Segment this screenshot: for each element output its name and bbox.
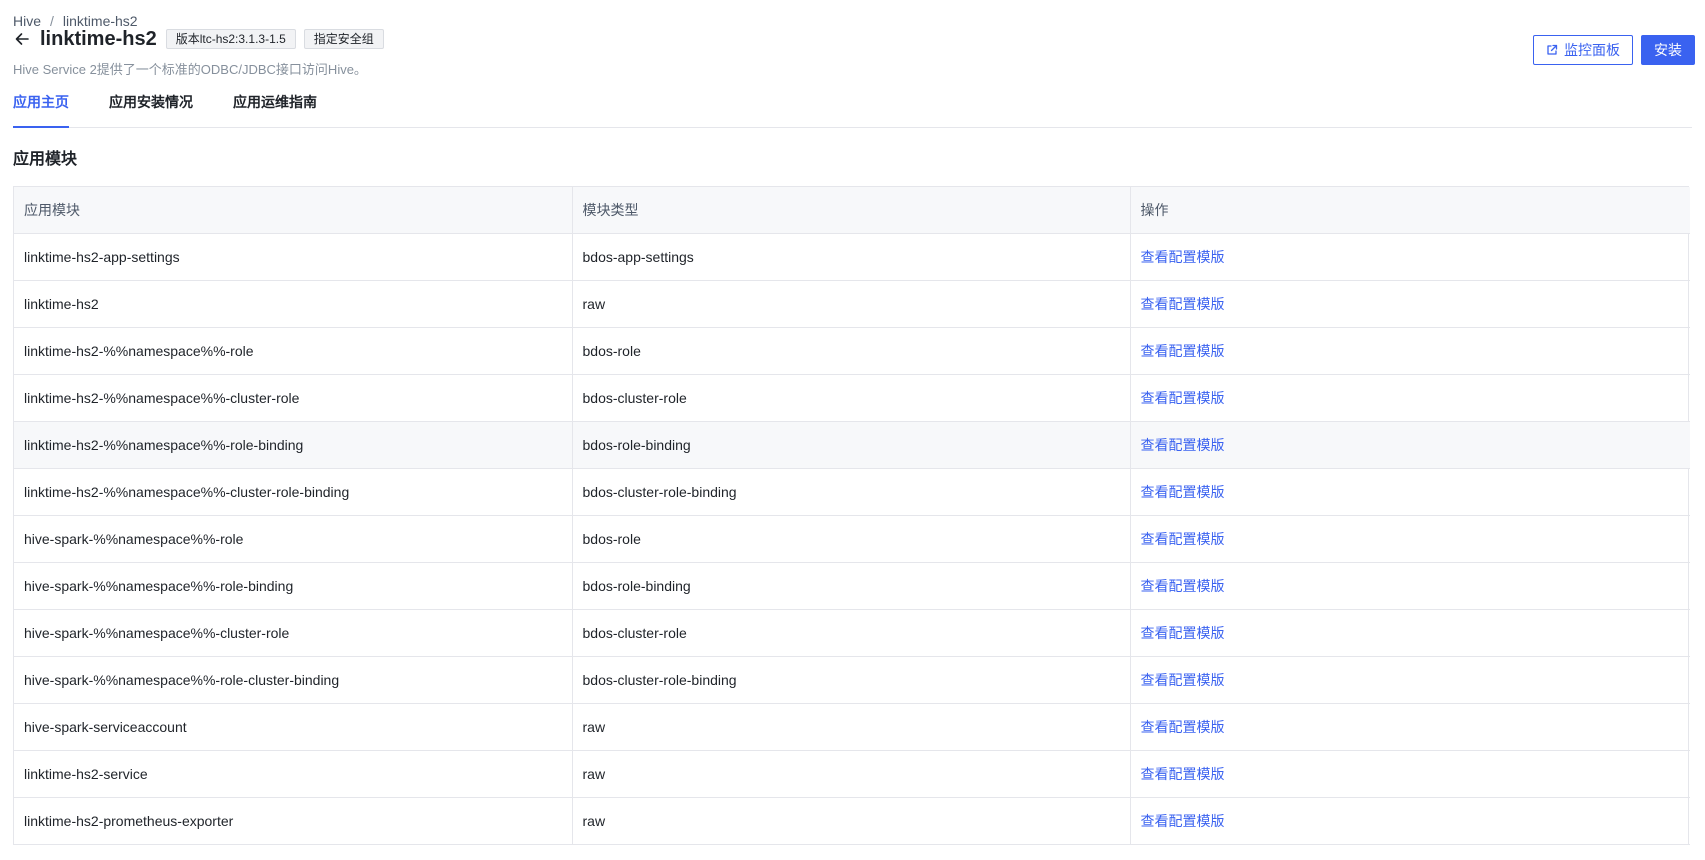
module-type-cell: raw	[572, 797, 1131, 845]
module-type-cell: bdos-cluster-role	[572, 609, 1131, 657]
column-header-action: 操作	[1130, 187, 1690, 234]
module-name-cell: hive-spark-%%namespace%%-role-binding	[14, 562, 573, 610]
view-config-template-link[interactable]: 查看配置模版	[1141, 296, 1225, 312]
view-config-template-link[interactable]: 查看配置模版	[1141, 672, 1225, 688]
view-config-template-link[interactable]: 查看配置模版	[1141, 437, 1225, 453]
module-name-cell: linktime-hs2-%%namespace%%-role-binding	[14, 421, 573, 469]
view-config-template-link[interactable]: 查看配置模版	[1141, 766, 1225, 782]
page-title: linktime-hs2	[40, 28, 157, 50]
module-name-cell: linktime-hs2-service	[14, 750, 573, 798]
table-row: linktime-hs2-prometheus-exporter raw 查看配…	[14, 797, 1690, 845]
column-header-type: 模块类型	[572, 187, 1131, 234]
tab-app-home[interactable]: 应用主页	[13, 93, 69, 128]
module-name-cell: hive-spark-%%namespace%%-cluster-role	[14, 609, 573, 657]
table-row: linktime-hs2-app-settings bdos-app-setti…	[14, 233, 1690, 281]
arrow-left-icon[interactable]	[13, 30, 31, 48]
module-type-cell: bdos-cluster-role	[572, 374, 1131, 422]
module-name-cell: linktime-hs2-%%namespace%%-cluster-role-…	[14, 468, 573, 516]
action-cell: 查看配置模版	[1130, 280, 1690, 328]
section-title: 应用模块	[13, 151, 78, 168]
tab-bar: 应用主页 应用安装情况 应用运维指南	[13, 93, 1692, 128]
action-cell: 查看配置模版	[1130, 609, 1690, 657]
module-type-cell: bdos-role	[572, 327, 1131, 375]
page-description: Hive Service 2提供了一个标准的ODBC/JDBC接口访问Hive。	[13, 62, 367, 77]
view-config-template-link[interactable]: 查看配置模版	[1141, 484, 1225, 500]
module-type-cell: bdos-cluster-role-binding	[572, 656, 1131, 704]
tab-install-status[interactable]: 应用安装情况	[109, 93, 193, 127]
table-row: hive-spark-%%namespace%%-cluster-role bd…	[14, 609, 1690, 657]
breadcrumb-root-link[interactable]: Hive	[13, 13, 41, 29]
action-cell: 查看配置模版	[1130, 703, 1690, 751]
action-cell: 查看配置模版	[1130, 233, 1690, 281]
table-row: hive-spark-%%namespace%%-role-binding bd…	[14, 562, 1690, 610]
table-row: linktime-hs2 raw 查看配置模版	[14, 280, 1690, 328]
module-name-cell: linktime-hs2-prometheus-exporter	[14, 797, 573, 845]
view-config-template-link[interactable]: 查看配置模版	[1141, 625, 1225, 641]
module-type-cell: raw	[572, 280, 1131, 328]
table-header-row: 应用模块 模块类型 操作	[14, 187, 1690, 234]
install-button[interactable]: 安装	[1641, 35, 1695, 65]
view-config-template-link[interactable]: 查看配置模版	[1141, 578, 1225, 594]
module-type-cell: bdos-cluster-role-binding	[572, 468, 1131, 516]
tab-ops-guide[interactable]: 应用运维指南	[233, 93, 317, 127]
module-name-cell: linktime-hs2-%%namespace%%-cluster-role	[14, 374, 573, 422]
column-header-module: 应用模块	[14, 187, 573, 234]
view-config-template-link[interactable]: 查看配置模版	[1141, 343, 1225, 359]
module-name-cell: linktime-hs2-%%namespace%%-role	[14, 327, 573, 375]
module-type-cell: raw	[572, 703, 1131, 751]
page: Hive / linktime-hs2 linktime-hs2 版本ltc-h…	[0, 0, 1705, 860]
action-cell: 查看配置模版	[1130, 468, 1690, 516]
view-config-template-link[interactable]: 查看配置模版	[1141, 719, 1225, 735]
table-row: linktime-hs2-%%namespace%%-cluster-role …	[14, 374, 1690, 422]
view-config-template-link[interactable]: 查看配置模版	[1141, 390, 1225, 406]
module-type-cell: bdos-role	[572, 515, 1131, 563]
module-type-cell: bdos-role-binding	[572, 562, 1131, 610]
table-row: hive-spark-%%namespace%%-role bdos-role …	[14, 515, 1690, 563]
table-row: hive-spark-serviceaccount raw 查看配置模版	[14, 703, 1690, 751]
view-config-template-link[interactable]: 查看配置模版	[1141, 813, 1225, 829]
action-cell: 查看配置模版	[1130, 797, 1690, 845]
module-name-cell: linktime-hs2	[14, 280, 573, 328]
modules-table: 应用模块 模块类型 操作 linktime-hs2-app-settings b…	[13, 186, 1690, 845]
module-name-cell: hive-spark-%%namespace%%-role	[14, 515, 573, 563]
monitor-panel-label: 监控面板	[1564, 42, 1620, 58]
action-cell: 查看配置模版	[1130, 327, 1690, 375]
module-type-cell: raw	[572, 750, 1131, 798]
table-row: hive-spark-%%namespace%%-role-cluster-bi…	[14, 656, 1690, 704]
action-cell: 查看配置模版	[1130, 656, 1690, 704]
table-row: linktime-hs2-%%namespace%%-role-binding …	[14, 421, 1690, 469]
header-actions: 监控面板 安装	[1533, 35, 1695, 65]
monitor-panel-button[interactable]: 监控面板	[1533, 35, 1633, 65]
external-link-icon	[1546, 44, 1558, 56]
module-type-cell: bdos-app-settings	[572, 233, 1131, 281]
action-cell: 查看配置模版	[1130, 374, 1690, 422]
module-name-cell: linktime-hs2-app-settings	[14, 233, 573, 281]
module-name-cell: hive-spark-%%namespace%%-role-cluster-bi…	[14, 656, 573, 704]
version-tag: 版本ltc-hs2:3.1.3-1.5	[165, 29, 296, 49]
table-row: linktime-hs2-service raw 查看配置模版	[14, 750, 1690, 798]
action-cell: 查看配置模版	[1130, 562, 1690, 610]
view-config-template-link[interactable]: 查看配置模版	[1141, 249, 1225, 265]
action-cell: 查看配置模版	[1130, 515, 1690, 563]
module-name-cell: hive-spark-serviceaccount	[14, 703, 573, 751]
security-group-tag: 指定安全组	[303, 29, 384, 49]
action-cell: 查看配置模版	[1130, 750, 1690, 798]
table-row: linktime-hs2-%%namespace%%-cluster-role-…	[14, 468, 1690, 516]
module-type-cell: bdos-role-binding	[572, 421, 1131, 469]
action-cell: 查看配置模版	[1130, 421, 1690, 469]
title-row: linktime-hs2 版本ltc-hs2:3.1.3-1.5 指定安全组	[13, 28, 1692, 50]
view-config-template-link[interactable]: 查看配置模版	[1141, 531, 1225, 547]
table-row: linktime-hs2-%%namespace%%-role bdos-rol…	[14, 327, 1690, 375]
